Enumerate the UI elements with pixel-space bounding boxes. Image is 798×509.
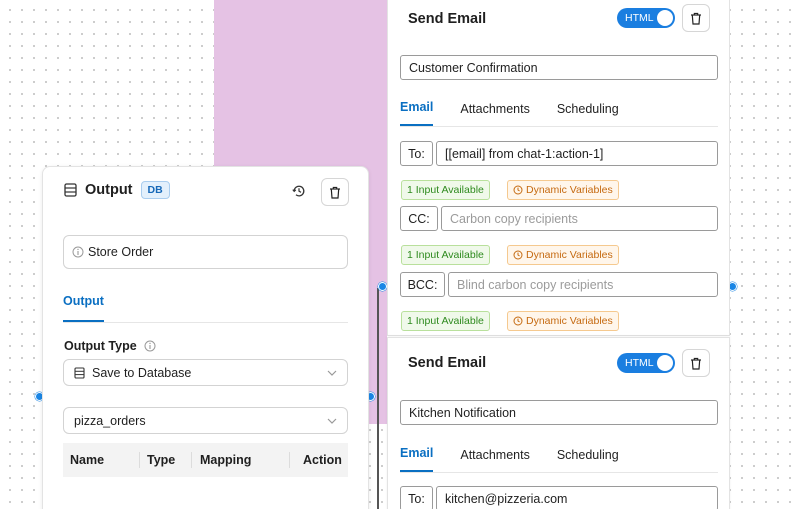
database-icon [74,366,85,379]
column-divider [289,452,290,468]
dynamic-variables-button[interactable]: Dynamic Variables [507,245,619,265]
column-divider [139,452,140,468]
trash-icon [690,12,702,25]
mapping-table-header: Name Type Mapping Action [63,443,348,477]
html-toggle[interactable]: HTML [617,353,675,373]
tab-scheduling[interactable]: Scheduling [557,102,619,126]
to-label: To: [400,486,433,509]
cc-label: CC: [400,206,438,231]
dynamic-variables-label: Dynamic Variables [526,315,613,327]
dynamic-variables-label: Dynamic Variables [526,249,613,261]
to-field[interactable]: kitchen@pizzeria.com [436,486,718,509]
output-tabs: Output [63,294,348,323]
to-label: To: [400,141,433,166]
tab-scheduling[interactable]: Scheduling [557,448,619,472]
bcc-field[interactable]: Blind carbon copy recipients [448,272,718,297]
delete-output-node-button[interactable] [321,178,349,206]
output-node-title: Output [85,182,133,198]
info-circle-icon [144,340,156,352]
clock-icon [513,316,523,326]
table-select[interactable]: pizza_orders [63,407,348,434]
to-value: kitchen@pizzeria.com [445,491,568,506]
dynamic-variables-button[interactable]: Dynamic Variables [507,180,619,200]
column-header-mapping: Mapping [200,453,252,467]
email-tabs: Email Attachments Scheduling [400,446,718,473]
trash-icon [329,186,341,199]
tab-attachments[interactable]: Attachments [460,102,529,126]
html-toggle-label: HTML [625,12,654,24]
table-select-value: pizza_orders [74,413,146,428]
clock-icon [513,185,523,195]
to-field[interactable]: [[email] from chat-1:action-1] [436,141,718,166]
output-type-value: Save to Database [92,365,192,380]
email-node-title: Send Email [408,355,487,371]
inputs-available-badge[interactable]: 1 Input Available [401,245,490,265]
output-type-select[interactable]: Save to Database [63,359,348,386]
email-name-field[interactable]: Customer Confirmation [400,55,718,80]
output-type-label: Output Type [64,339,137,353]
connection-handle-email-left[interactable] [378,282,387,291]
output-node-header: Output DB [64,181,170,199]
output-type-label-row: Output Type [64,339,156,353]
history-icon[interactable] [288,180,310,202]
email-name-value: Kitchen Notification [409,405,517,420]
chevron-down-icon [327,370,337,376]
info-circle-icon [72,246,84,258]
delete-email-node-button[interactable] [682,4,710,32]
to-value: [[email] from chat-1:action-1] [445,146,604,161]
database-icon [64,183,77,197]
output-name-value: Store Order [88,245,154,259]
send-email-node-2[interactable]: Send Email HTML Kitchen Notification Ema… [387,337,730,509]
email-node-title: Send Email [408,11,487,27]
dynamic-variables-label: Dynamic Variables [526,184,613,196]
bcc-placeholder: Blind carbon copy recipients [457,277,614,292]
tab-email[interactable]: Email [400,100,434,126]
tab-email[interactable]: Email [400,446,434,472]
column-header-name: Name [70,453,105,467]
toggle-knob [657,10,673,26]
trash-icon [690,357,702,370]
cc-placeholder: Carbon copy recipients [450,211,578,226]
tab-attachments[interactable]: Attachments [460,448,529,472]
inputs-available-badge[interactable]: 1 Input Available [401,311,490,331]
column-header-action: Action [303,453,342,467]
output-name-field[interactable]: Store Order [63,235,348,269]
bcc-label: BCC: [400,272,445,297]
send-email-node-1[interactable]: Send Email HTML Customer Confirmation Em… [387,0,730,336]
email-tabs: Email Attachments Scheduling [400,100,718,127]
chevron-down-icon [327,418,337,424]
delete-email-node-button[interactable] [682,349,710,377]
tab-output[interactable]: Output [63,294,104,322]
column-divider [191,452,192,468]
email-name-value: Customer Confirmation [409,60,538,75]
cc-field[interactable]: Carbon copy recipients [441,206,718,231]
html-toggle-label: HTML [625,357,654,369]
db-badge: DB [140,181,170,199]
clock-icon [513,250,523,260]
connection-edge [377,288,379,509]
inputs-available-badge[interactable]: 1 Input Available [401,180,490,200]
html-toggle[interactable]: HTML [617,8,675,28]
output-node[interactable]: Output DB Store Order Output Output Type… [42,166,369,509]
toggle-knob [657,355,673,371]
email-name-field[interactable]: Kitchen Notification [400,400,718,425]
dynamic-variables-button[interactable]: Dynamic Variables [507,311,619,331]
column-header-type: Type [147,453,176,467]
